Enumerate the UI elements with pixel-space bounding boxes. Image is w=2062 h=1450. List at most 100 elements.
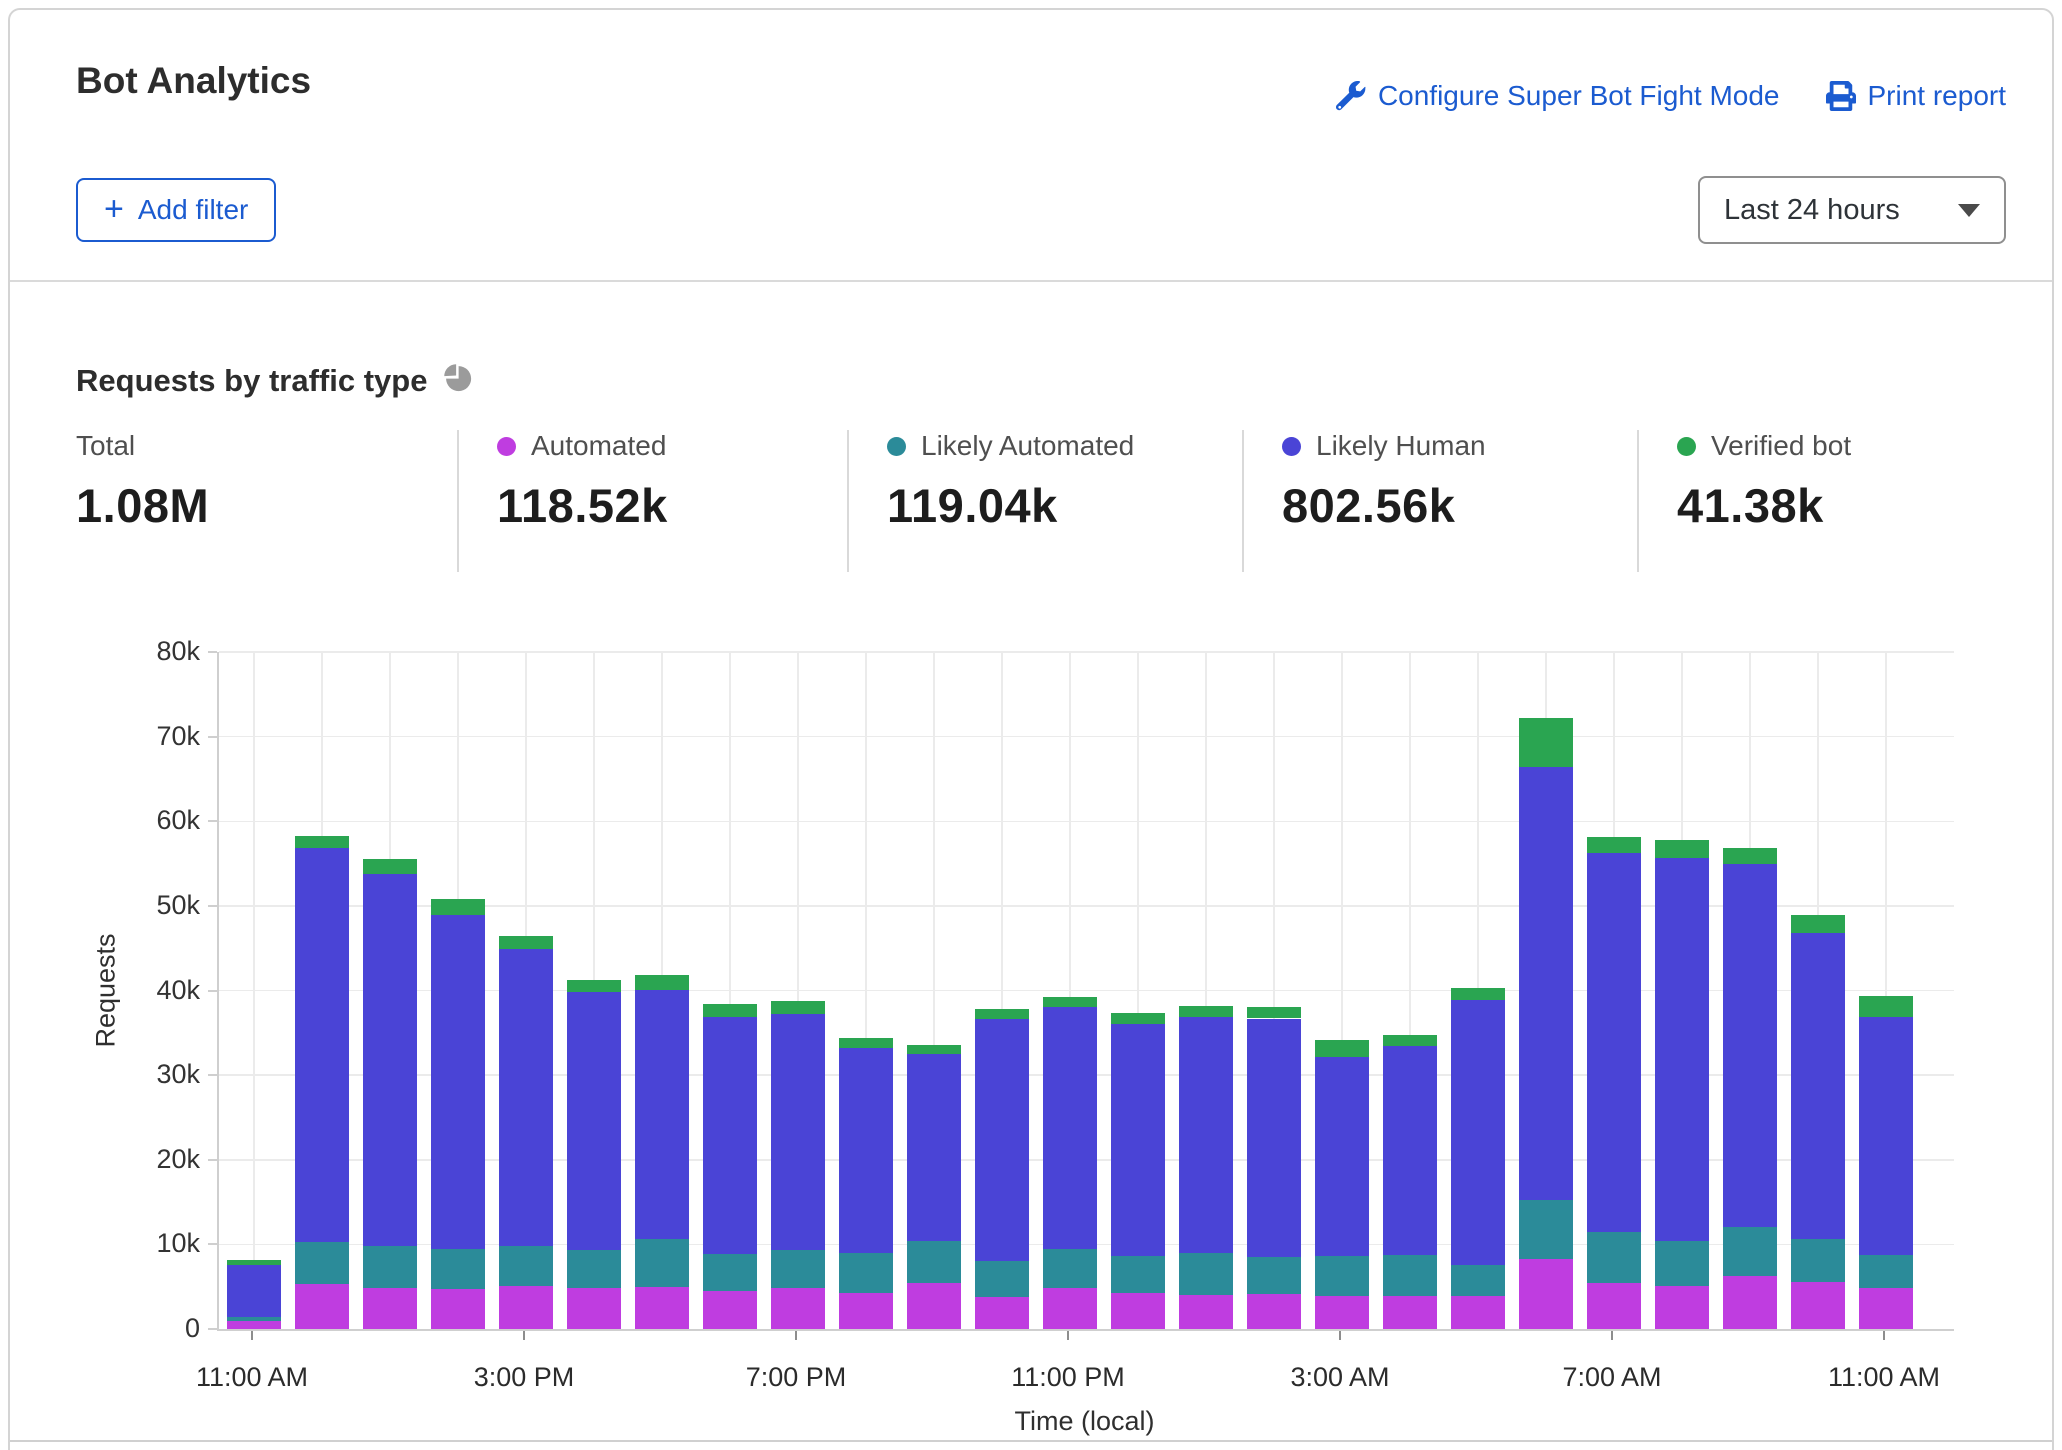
bar-segment-likely-human[interactable] [1723,864,1777,1227]
bar-segment-verified-bot[interactable] [1587,837,1641,853]
bar-segment-likely-human[interactable] [1859,1017,1913,1255]
bar-segment-verified-bot[interactable] [1383,1035,1437,1046]
bar-segment-verified-bot[interactable] [1315,1040,1369,1057]
bar-segment-automated[interactable] [1859,1288,1913,1329]
bar-segment-automated[interactable] [1179,1295,1233,1329]
bar-segment-likely-automated[interactable] [363,1246,417,1288]
bar-segment-likely-human[interactable] [1043,1007,1097,1248]
bar-segment-likely-automated[interactable] [1519,1200,1573,1258]
bar-segment-verified-bot[interactable] [363,859,417,873]
bar-segment-automated[interactable] [567,1288,621,1329]
bar-segment-automated[interactable] [499,1286,553,1329]
bar-segment-automated[interactable] [1587,1283,1641,1330]
bar-segment-verified-bot[interactable] [635,975,689,989]
bar-segment-likely-automated[interactable] [567,1250,621,1289]
bar-segment-verified-bot[interactable] [295,836,349,848]
bar-segment-likely-automated[interactable] [1451,1265,1505,1296]
bar-segment-likely-human[interactable] [635,990,689,1239]
bar-segment-likely-human[interactable] [227,1265,281,1318]
bar-segment-likely-automated[interactable] [227,1317,281,1321]
bar-segment-likely-human[interactable] [839,1048,893,1253]
bar-segment-verified-bot[interactable] [227,1260,281,1265]
time-range-select[interactable]: Last 24 hours [1698,176,2006,244]
bar-segment-automated[interactable] [1383,1296,1437,1329]
bar-segment-likely-automated[interactable] [1179,1253,1233,1295]
bar-segment-automated[interactable] [975,1297,1029,1329]
bar-segment-likely-automated[interactable] [771,1250,825,1288]
bar-segment-likely-human[interactable] [1383,1046,1437,1254]
bar-segment-likely-automated[interactable] [975,1261,1029,1297]
bar-segment-automated[interactable] [1247,1294,1301,1329]
bar-segment-likely-automated[interactable] [1723,1227,1777,1276]
bar-segment-automated[interactable] [1519,1259,1573,1329]
bar-segment-automated[interactable] [1043,1288,1097,1329]
bar-segment-likely-automated[interactable] [1587,1232,1641,1283]
bar-segment-verified-bot[interactable] [975,1009,1029,1019]
bar-segment-verified-bot[interactable] [907,1045,961,1054]
bar-segment-likely-automated[interactable] [907,1241,961,1283]
bar-segment-verified-bot[interactable] [1519,718,1573,767]
bar-segment-likely-automated[interactable] [1111,1256,1165,1292]
bar-segment-verified-bot[interactable] [1859,996,1913,1017]
bar-segment-likely-human[interactable] [1519,767,1573,1200]
bar-segment-likely-automated[interactable] [1383,1255,1437,1297]
bar-segment-likely-human[interactable] [1587,853,1641,1232]
bar-segment-likely-human[interactable] [1791,933,1845,1239]
bar-segment-likely-automated[interactable] [839,1253,893,1293]
bar-segment-likely-human[interactable] [295,847,349,1241]
bar-segment-likely-automated[interactable] [431,1249,485,1290]
bar-segment-likely-human[interactable] [499,949,553,1246]
bar-segment-automated[interactable] [431,1289,485,1329]
print-report-link[interactable]: Print report [1826,80,2007,112]
bar-segment-verified-bot[interactable] [1247,1007,1301,1019]
bar-segment-automated[interactable] [227,1321,281,1329]
bar-segment-likely-human[interactable] [1315,1057,1369,1257]
bar-segment-likely-automated[interactable] [635,1239,689,1287]
bar-segment-automated[interactable] [1791,1282,1845,1329]
bar-segment-likely-automated[interactable] [1791,1239,1845,1281]
bar-segment-likely-human[interactable] [1247,1019,1301,1258]
bar-segment-likely-human[interactable] [771,1014,825,1250]
bar-segment-automated[interactable] [771,1288,825,1329]
bar-segment-automated[interactable] [703,1291,757,1329]
bar-segment-likely-human[interactable] [703,1017,757,1254]
configure-super-bot-fight-mode-link[interactable]: Configure Super Bot Fight Mode [1336,80,1780,112]
bar-segment-likely-human[interactable] [975,1019,1029,1261]
bar-segment-automated[interactable] [1655,1286,1709,1329]
bar-segment-likely-automated[interactable] [1315,1256,1369,1296]
bar-segment-likely-automated[interactable] [1247,1257,1301,1294]
bar-segment-verified-bot[interactable] [771,1001,825,1015]
bar-segment-automated[interactable] [1111,1293,1165,1329]
bar-segment-automated[interactable] [839,1293,893,1329]
bar-segment-verified-bot[interactable] [1451,988,1505,1000]
bar-segment-automated[interactable] [907,1283,961,1329]
bar-segment-likely-automated[interactable] [1043,1249,1097,1289]
bar-segment-likely-human[interactable] [907,1054,961,1241]
bar-segment-likely-human[interactable] [363,874,417,1246]
bar-segment-likely-human[interactable] [1179,1017,1233,1253]
bar-segment-verified-bot[interactable] [1179,1006,1233,1017]
bar-segment-verified-bot[interactable] [703,1004,757,1017]
bar-segment-likely-human[interactable] [1451,1000,1505,1265]
bar-segment-likely-automated[interactable] [295,1242,349,1284]
bar-segment-verified-bot[interactable] [1655,840,1709,858]
bar-segment-automated[interactable] [363,1288,417,1329]
bar-segment-likely-automated[interactable] [703,1254,757,1291]
bar-segment-likely-automated[interactable] [1655,1241,1709,1286]
bar-segment-verified-bot[interactable] [839,1038,893,1048]
bar-segment-verified-bot[interactable] [1723,848,1777,864]
bar-segment-verified-bot[interactable] [1043,997,1097,1007]
bar-segment-automated[interactable] [1723,1276,1777,1329]
bar-segment-automated[interactable] [1315,1296,1369,1329]
bar-segment-verified-bot[interactable] [1791,915,1845,933]
bar-segment-automated[interactable] [295,1284,349,1329]
bar-segment-automated[interactable] [1451,1296,1505,1329]
bar-segment-verified-bot[interactable] [499,936,553,949]
bar-segment-likely-human[interactable] [431,915,485,1248]
add-filter-button[interactable]: + Add filter [76,178,276,242]
bar-segment-verified-bot[interactable] [431,899,485,915]
bar-segment-likely-human[interactable] [1655,858,1709,1241]
bar-segment-verified-bot[interactable] [1111,1013,1165,1024]
bar-segment-likely-human[interactable] [567,992,621,1249]
bar-segment-likely-automated[interactable] [1859,1255,1913,1289]
